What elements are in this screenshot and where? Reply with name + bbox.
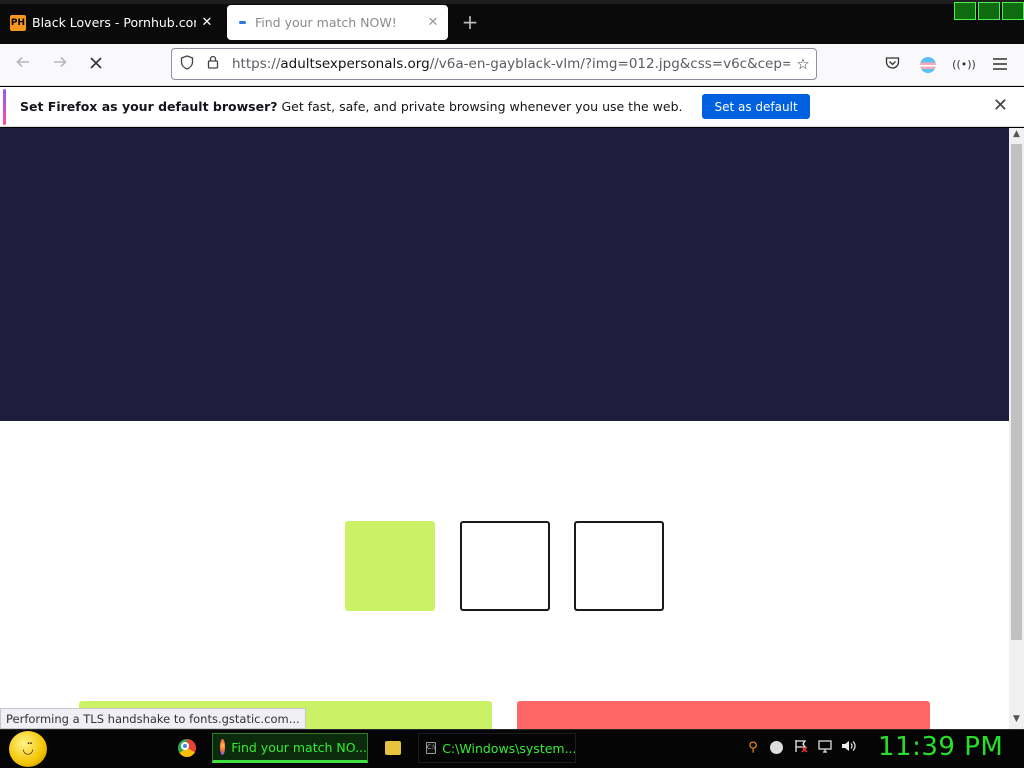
scrollbar-thumb[interactable] <box>1011 144 1022 640</box>
notification-heading: Set Firefox as your default browser? <box>20 99 278 114</box>
minimize-button[interactable] <box>954 2 976 20</box>
url-path: //v6a-en-gayblack-vlm/?img=012.jpg&css=v… <box>429 56 790 72</box>
new-tab-button[interactable]: + <box>458 10 482 34</box>
close-notification-icon[interactable]: ✕ <box>993 95 1008 116</box>
tab-find-match[interactable]: Find your match NOW! ✕ <box>227 5 448 40</box>
back-arrow-icon <box>16 56 29 68</box>
cmd-icon: C:\ <box>426 742 437 754</box>
notification-accent <box>3 89 6 125</box>
bookmark-star-icon[interactable]: ☆ <box>790 55 816 73</box>
default-browser-notification: Set Firefox as your default browser? Get… <box>0 87 1024 127</box>
pocket-icon[interactable] <box>880 53 904 77</box>
option-square[interactable] <box>574 521 664 611</box>
firefox-icon <box>220 739 226 755</box>
window-controls <box>954 2 1024 20</box>
option-square-selected[interactable] <box>345 521 435 611</box>
page-content: Performing a TLS handshake to fonts.gsta… <box>0 128 1009 729</box>
maximize-button[interactable] <box>978 2 1000 20</box>
address-bar[interactable]: https://adultsexpersonals.org//v6a-en-ga… <box>171 48 817 80</box>
chrome-icon[interactable] <box>178 739 196 757</box>
scroll-down-arrow-icon[interactable]: ▼ <box>1009 714 1024 728</box>
tab-pornhub[interactable]: PH Black Lovers - Pornhub.com ✕ <box>0 5 222 40</box>
hamburger-menu-icon[interactable] <box>988 53 1012 77</box>
pornhub-logo-icon: PH <box>10 14 26 31</box>
tracking-protection-shield-icon[interactable] <box>176 54 198 74</box>
extension-icon[interactable]: ((•)) <box>952 53 976 77</box>
close-window-button[interactable] <box>1002 2 1024 20</box>
option-square[interactable] <box>460 521 550 611</box>
network-icon[interactable] <box>816 739 834 757</box>
status-bar: Performing a TLS handshake to fonts.gsta… <box>0 708 306 729</box>
notification-message: Set Firefox as your default browser? Get… <box>20 99 682 114</box>
action-center-flag-icon[interactable] <box>792 739 810 757</box>
navigation-toolbar: https://adultsexpersonals.org//v6a-en-ga… <box>0 44 1024 86</box>
stop-icon <box>90 57 102 69</box>
vertical-scrollbar[interactable]: ▲ ▼ <box>1009 128 1024 729</box>
url-prefix: https:// <box>232 56 281 72</box>
start-smiley-icon[interactable]: ◡̈ <box>9 731 47 767</box>
tab-title: Find your match NOW! <box>255 15 397 30</box>
url-host: adultsexpersonals.org <box>280 56 430 72</box>
taskbar-item-cmd[interactable]: C:\ C:\Windows\system... <box>418 733 576 763</box>
lock-icon[interactable] <box>202 55 224 73</box>
notification-text: Get fast, safe, and private browsing whe… <box>277 99 683 114</box>
chat-icon[interactable] <box>768 739 786 757</box>
taskbar: ◡̈ Find your match NO... C:\ C:\Windows\… <box>0 729 1024 768</box>
forward-button[interactable] <box>48 53 72 77</box>
set-as-default-button[interactable]: Set as default <box>702 94 810 119</box>
tab-strip: PH Black Lovers - Pornhub.com ✕ Find you… <box>0 0 1024 44</box>
close-tab-icon[interactable]: ✕ <box>196 15 218 30</box>
taskbar-item-label: Find your match NO... <box>231 739 367 755</box>
taskbar-item-label: C:\Windows\system... <box>442 740 576 756</box>
taskbar-item-firefox[interactable]: Find your match NO... <box>212 733 368 763</box>
volume-icon[interactable] <box>840 739 858 757</box>
account-avatar-icon[interactable] <box>916 53 940 77</box>
hero-banner <box>0 128 1009 421</box>
tab-title: Black Lovers - Pornhub.com <box>32 15 196 30</box>
back-button[interactable] <box>11 53 35 77</box>
folder-icon[interactable] <box>385 741 401 755</box>
forward-arrow-icon <box>54 56 67 68</box>
close-tab-icon[interactable]: ✕ <box>422 15 444 30</box>
search-icon[interactable]: ⚲ <box>744 739 762 757</box>
taskbar-clock[interactable]: 11:39 PM <box>878 732 1003 762</box>
url-text[interactable]: https://adultsexpersonals.org//v6a-en-ga… <box>232 56 790 72</box>
loading-icon <box>235 16 249 30</box>
titlebar-edge <box>0 0 1024 4</box>
scroll-up-arrow-icon[interactable]: ▲ <box>1009 129 1024 143</box>
red-action-button[interactable] <box>517 701 930 729</box>
stop-loading-button[interactable] <box>84 53 108 77</box>
